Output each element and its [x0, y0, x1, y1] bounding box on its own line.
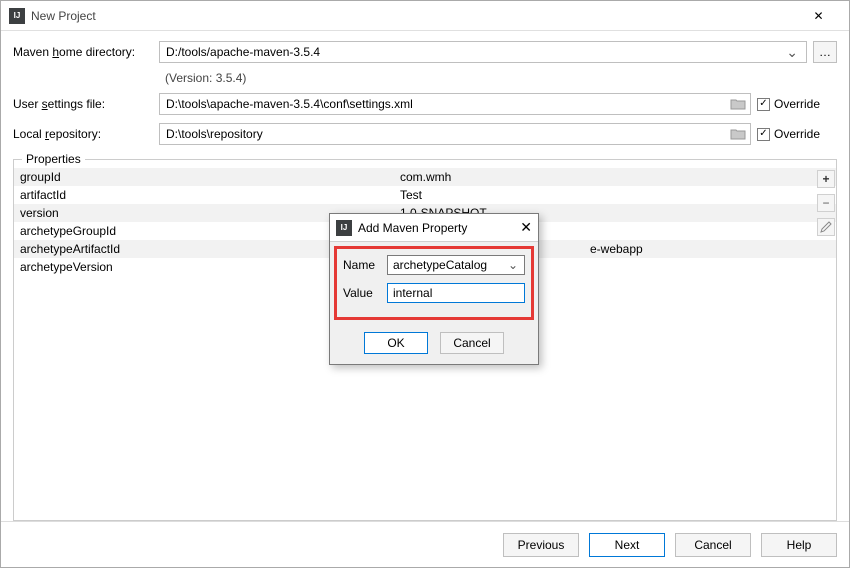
- user-settings-value: D:\tools\apache-maven-3.5.4\conf\setting…: [166, 97, 413, 111]
- property-value-input[interactable]: internal: [387, 283, 525, 303]
- window-title: New Project: [31, 9, 96, 23]
- checkbox-icon: ✓: [757, 98, 770, 111]
- remove-property-button[interactable]: −: [817, 194, 835, 212]
- maven-home-input[interactable]: D:/tools/apache-maven-3.5.4: [159, 41, 807, 63]
- cancel-button[interactable]: Cancel: [675, 533, 751, 557]
- property-name-label: Name: [343, 258, 381, 272]
- close-icon[interactable]: ✕: [796, 2, 841, 30]
- properties-group-label: Properties: [22, 152, 85, 166]
- user-settings-row: User settings file: D:\tools\apache-mave…: [13, 93, 837, 115]
- add-property-button[interactable]: +: [817, 170, 835, 188]
- properties-side-buttons: + −: [817, 170, 835, 236]
- checkbox-icon: ✓: [757, 128, 770, 141]
- table-row[interactable]: artifactId Test: [14, 186, 836, 204]
- user-settings-input[interactable]: D:\tools\apache-maven-3.5.4\conf\setting…: [159, 93, 751, 115]
- property-name-row: Name archetypeCatalog: [343, 255, 525, 275]
- user-settings-override-checkbox[interactable]: ✓ Override: [757, 97, 837, 111]
- add-maven-property-dialog: IJ Add Maven Property ✕ Name archetypeCa…: [329, 213, 539, 365]
- app-icon: IJ: [336, 220, 352, 236]
- local-repo-label: Local repository:: [13, 127, 153, 141]
- dialog-titlebar: IJ Add Maven Property ✕: [330, 214, 538, 242]
- maven-home-browse-button[interactable]: …: [813, 41, 837, 63]
- table-row[interactable]: groupId com.wmh: [14, 168, 836, 186]
- property-name-input[interactable]: archetypeCatalog: [387, 255, 525, 275]
- ok-button[interactable]: OK: [364, 332, 428, 354]
- local-repo-override-checkbox[interactable]: ✓ Override: [757, 127, 837, 141]
- dialog-body: Name archetypeCatalog Value internal: [334, 246, 534, 320]
- user-settings-label: User settings file:: [13, 97, 153, 111]
- local-repo-input[interactable]: D:\tools\repository: [159, 123, 751, 145]
- folder-icon[interactable]: [730, 127, 746, 141]
- property-value-row: Value internal: [343, 283, 525, 303]
- wizard-button-bar: Previous Next Cancel Help: [1, 521, 849, 567]
- dialog-title: Add Maven Property: [358, 221, 467, 235]
- checkbox-label: Override: [774, 97, 820, 111]
- help-button[interactable]: Help: [761, 533, 837, 557]
- maven-home-value: D:/tools/apache-maven-3.5.4: [166, 45, 320, 59]
- dialog-footer: OK Cancel: [330, 324, 538, 364]
- next-button[interactable]: Next: [589, 533, 665, 557]
- titlebar: IJ New Project ✕: [1, 1, 849, 31]
- window-controls: ✕: [796, 2, 841, 30]
- dialog-cancel-button[interactable]: Cancel: [440, 332, 504, 354]
- close-icon[interactable]: ✕: [520, 219, 532, 236]
- app-icon: IJ: [9, 8, 25, 24]
- local-repo-value: D:\tools\repository: [166, 127, 263, 141]
- folder-icon[interactable]: [730, 97, 746, 111]
- edit-property-button[interactable]: [817, 218, 835, 236]
- maven-home-label: Maven home directory:: [13, 45, 153, 59]
- maven-home-row: Maven home directory: D:/tools/apache-ma…: [13, 41, 837, 63]
- property-value-label: Value: [343, 286, 381, 300]
- previous-button[interactable]: Previous: [503, 533, 579, 557]
- maven-version-note: (Version: 3.5.4): [13, 71, 837, 85]
- local-repo-row: Local repository: D:\tools\repository ✓ …: [13, 123, 837, 145]
- checkbox-label: Override: [774, 127, 820, 141]
